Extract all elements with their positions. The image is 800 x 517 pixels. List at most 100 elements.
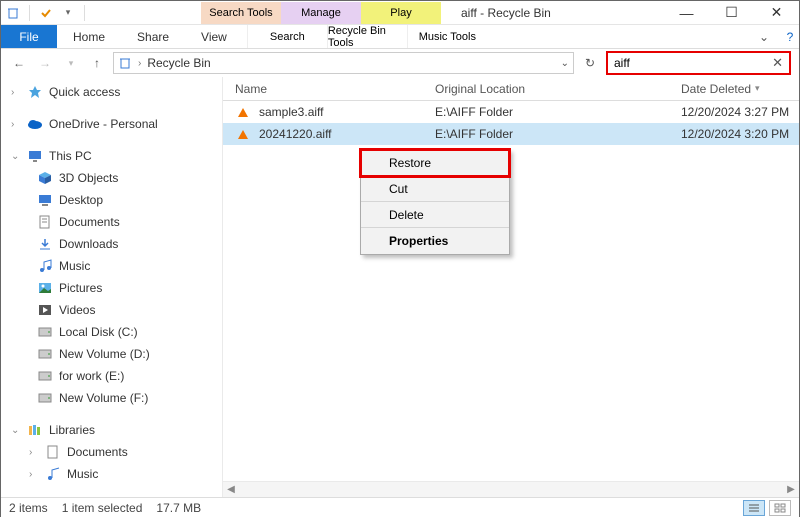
maximize-button[interactable]: ☐	[709, 1, 754, 25]
sidebar-item-music[interactable]: Music	[1, 255, 222, 277]
column-header-label: Date Deleted	[681, 82, 751, 96]
help-button[interactable]: ?	[781, 25, 799, 48]
desktop-icon	[37, 192, 53, 208]
file-tab[interactable]: File	[1, 25, 57, 48]
context-menu-restore[interactable]: Restore	[361, 150, 509, 176]
recycle-bin-tools-sub-tab[interactable]: Recycle Bin Tools	[327, 25, 407, 48]
window-buttons: — ☐ ✕	[664, 1, 799, 25]
sidebar-item-local-disk-c[interactable]: Local Disk (C:)	[1, 321, 222, 343]
column-header-date-deleted[interactable]: Date Deleted ▾	[681, 82, 799, 96]
qat-dropdown-icon[interactable]: ▾	[60, 5, 76, 21]
sidebar-item-documents[interactable]: Documents	[1, 211, 222, 233]
context-menu-properties[interactable]: Properties	[361, 228, 509, 254]
refresh-button[interactable]: ↻	[580, 53, 600, 73]
manage-tab[interactable]: Manage	[281, 2, 361, 24]
column-headers: Name Original Location Date Deleted ▾	[223, 77, 799, 101]
nav-history-dropdown[interactable]: ▾	[61, 53, 81, 73]
status-item-count: 2 items	[9, 501, 48, 515]
chevron-right-icon[interactable]: ›	[29, 469, 39, 480]
sidebar-item-videos[interactable]: Videos	[1, 299, 222, 321]
chevron-right-icon[interactable]: ›	[29, 447, 39, 458]
sidebar-item-quick-access[interactable]: › Quick access	[1, 81, 222, 103]
nav-up-button[interactable]: ↑	[87, 53, 107, 73]
sidebar-item-3d-objects[interactable]: 3D Objects	[1, 167, 222, 189]
minimize-button[interactable]: —	[664, 1, 709, 25]
column-header-original-location[interactable]: Original Location	[435, 82, 681, 96]
sidebar-item-desktop[interactable]: Desktop	[1, 189, 222, 211]
videos-icon	[37, 302, 53, 318]
thumbnails-view-icon	[774, 503, 786, 513]
horizontal-scrollbar[interactable]: ◀ ▶	[223, 481, 799, 497]
sidebar-lib-music[interactable]: › Music	[1, 463, 222, 485]
file-date: 12/20/2024 3:20 PM	[681, 127, 799, 141]
chevron-right-icon[interactable]: ›	[11, 119, 21, 130]
star-icon	[27, 84, 43, 100]
sidebar-item-for-work-e[interactable]: for work (E:)	[1, 365, 222, 387]
sidebar-lib-documents[interactable]: › Documents	[1, 441, 222, 463]
drive-icon	[37, 368, 53, 384]
address-dropdown-icon[interactable]: ⌄	[561, 58, 569, 69]
file-row[interactable]: sample3.aiff E:\AIFF Folder 12/20/2024 3…	[223, 101, 799, 123]
sidebar-item-this-pc[interactable]: ⌄ This PC	[1, 145, 222, 167]
context-menu-delete[interactable]: Delete	[361, 202, 509, 228]
sidebar-item-onedrive[interactable]: › OneDrive - Personal	[1, 113, 222, 135]
vlc-cone-icon	[235, 126, 251, 142]
sidebar-item-label: Local Disk (C:)	[59, 325, 138, 339]
close-button[interactable]: ✕	[754, 1, 799, 25]
sidebar-item-label: Desktop	[59, 193, 103, 207]
share-tab[interactable]: Share	[121, 25, 185, 48]
play-tab[interactable]: Play	[361, 2, 441, 24]
clear-search-icon[interactable]: ✕	[772, 55, 783, 71]
nav-forward-button[interactable]: →	[35, 53, 55, 73]
search-tools-tab[interactable]: Search Tools	[201, 2, 281, 24]
sidebar-item-pictures[interactable]: Pictures	[1, 277, 222, 299]
recycle-bin-icon	[118, 56, 132, 70]
music-tools-sub-tab[interactable]: Music Tools	[407, 25, 487, 48]
search-input[interactable]	[614, 56, 772, 70]
file-list[interactable]: sample3.aiff E:\AIFF Folder 12/20/2024 3…	[223, 101, 799, 481]
chevron-right-icon[interactable]: ›	[11, 87, 21, 98]
sidebar-item-label: Documents	[59, 215, 120, 229]
sidebar-item-label: New Volume (F:)	[59, 391, 148, 405]
search-sub-tab[interactable]: Search	[247, 25, 327, 48]
sidebar-item-new-volume-d[interactable]: New Volume (D:)	[1, 343, 222, 365]
title-bar: ▾ Search Tools Manage Play aiff - Recycl…	[1, 1, 799, 25]
sidebar-item-label: for work (E:)	[59, 369, 124, 383]
home-tab[interactable]: Home	[57, 25, 121, 48]
sidebar-item-libraries[interactable]: ⌄ Libraries	[1, 419, 222, 441]
column-header-name[interactable]: Name	[235, 82, 435, 96]
sort-desc-icon: ▾	[755, 83, 760, 94]
navigation-pane[interactable]: › Quick access › OneDrive - Personal ⌄ T…	[1, 77, 223, 497]
properties-icon[interactable]	[38, 5, 54, 21]
ribbon-expand-button[interactable]: ⌄	[747, 25, 781, 48]
window-title: aiff - Recycle Bin	[461, 6, 551, 20]
sidebar-item-label: Libraries	[49, 423, 95, 437]
thumbnails-view-button[interactable]	[769, 500, 791, 516]
address-box[interactable]: › Recycle Bin ⌄	[113, 52, 574, 74]
sidebar-item-label: Pictures	[59, 281, 102, 295]
sidebar-item-label: This PC	[49, 149, 92, 163]
scroll-left-icon[interactable]: ◀	[223, 484, 239, 495]
chevron-right-icon[interactable]: ›	[138, 58, 141, 69]
nav-back-button[interactable]: ←	[9, 53, 29, 73]
main-area: › Quick access › OneDrive - Personal ⌄ T…	[1, 77, 799, 497]
search-box[interactable]: ✕	[606, 51, 791, 75]
chevron-down-icon[interactable]: ⌄	[11, 425, 21, 436]
breadcrumb[interactable]: Recycle Bin	[147, 56, 210, 70]
vlc-cone-icon	[235, 104, 251, 120]
sidebar-item-label: Documents	[67, 445, 128, 459]
details-view-button[interactable]	[743, 500, 765, 516]
chevron-down-icon[interactable]: ⌄	[11, 151, 21, 162]
sidebar-item-new-volume-f[interactable]: New Volume (F:)	[1, 387, 222, 409]
file-row[interactable]: 20241220.aiff E:\AIFF Folder 12/20/2024 …	[223, 123, 799, 145]
recycle-bin-icon[interactable]	[5, 5, 21, 21]
sidebar-item-label: Downloads	[59, 237, 118, 251]
scroll-right-icon[interactable]: ▶	[783, 484, 799, 495]
drive-icon	[37, 346, 53, 362]
view-mode-buttons	[743, 500, 791, 516]
sidebar-item-downloads[interactable]: Downloads	[1, 233, 222, 255]
sub-tabs: Search Recycle Bin Tools Music Tools	[247, 25, 487, 48]
view-tab[interactable]: View	[185, 25, 243, 48]
context-menu-cut[interactable]: Cut	[361, 176, 509, 202]
file-location: E:\AIFF Folder	[435, 127, 681, 141]
